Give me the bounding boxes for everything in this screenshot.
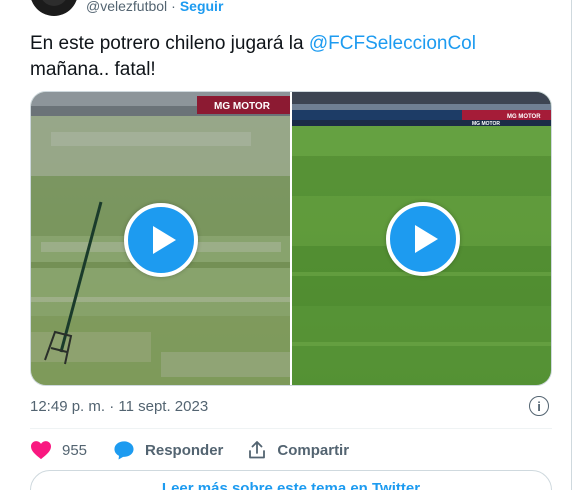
avatar[interactable]	[30, 0, 78, 16]
info-icon[interactable]: i	[529, 396, 549, 416]
author-line: @velezfutbol · Seguir	[86, 0, 223, 14]
tweet-text: En este potrero chileno jugará la @FCFSe…	[30, 31, 550, 83]
tweet-actions: 955 Responder Compartir	[30, 439, 349, 461]
play-icon	[414, 225, 438, 253]
read-more-button[interactable]: Leer más sobre este tema en Twitter	[30, 470, 552, 490]
play-button-right[interactable]	[386, 202, 460, 276]
reply-label: Responder	[145, 441, 224, 459]
tweet-timestamp[interactable]: 12:49 p. m. · 11 sept. 2023	[30, 398, 208, 415]
share-label: Compartir	[277, 441, 350, 459]
stadium-banner-left: MG MOTOR	[214, 101, 271, 112]
mention-link[interactable]: @FCFSeleccionCol	[309, 33, 476, 54]
share-button[interactable]: Compartir	[247, 440, 349, 460]
stadium-banner-right-top: MG MOTOR	[507, 114, 541, 120]
reply-bubble-icon	[114, 441, 134, 460]
like-count: 955	[62, 441, 88, 459]
card-right-border	[571, 0, 572, 490]
play-icon	[152, 226, 176, 254]
divider	[30, 428, 552, 429]
play-button-left[interactable]	[124, 203, 198, 277]
tweet-header: @velezfutbol · Seguir	[30, 0, 223, 16]
tweet-text-after: mañana.. fatal!	[30, 59, 156, 80]
video-left[interactable]: MG MOTOR	[31, 92, 290, 385]
author-handle[interactable]: @velezfutbol	[86, 0, 167, 14]
follow-link[interactable]: Seguir	[180, 0, 224, 14]
media-grid: MG MOTOR MG MOTOR MG MOTOR	[30, 91, 552, 386]
tweet-card: @velezfutbol · Seguir En este potrero chil…	[0, 0, 572, 490]
heart-icon	[31, 441, 51, 460]
share-icon	[249, 441, 266, 459]
tweet-text-before: En este potrero chileno jugará la	[30, 33, 309, 54]
handle-separator: ·	[171, 0, 176, 14]
like-button[interactable]: 955	[30, 440, 87, 460]
video-right[interactable]: MG MOTOR MG MOTOR	[290, 92, 551, 385]
reply-button[interactable]: Responder	[113, 440, 223, 460]
read-more-label: Leer más sobre este tema en Twitter	[161, 480, 421, 490]
